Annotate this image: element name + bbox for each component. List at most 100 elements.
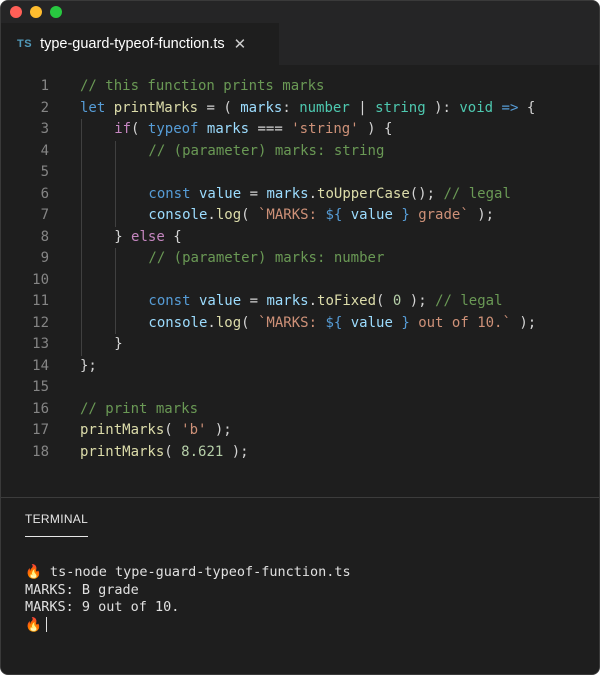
code-token: };	[80, 357, 97, 374]
code-line[interactable]: 18 printMarks( 8.621 );	[1, 442, 599, 464]
code-line[interactable]: 4 // (parameter) marks: string	[1, 140, 599, 162]
close-window-button[interactable]	[10, 6, 22, 18]
code-token: ):	[425, 99, 460, 116]
code-text: if( typeof marks === 'string' ) {	[114, 119, 392, 141]
code-token: |	[349, 99, 376, 116]
code-token: ();	[409, 185, 444, 202]
line-number: 7	[40, 207, 49, 223]
code-line[interactable]: 5	[1, 162, 599, 184]
code-text: }	[114, 334, 122, 356]
indent-guide	[115, 312, 117, 334]
code-token: );	[206, 422, 232, 438]
code-token: `MARKS:	[258, 207, 326, 223]
code-line[interactable]: 8} else {	[1, 226, 599, 248]
code-token: :	[282, 99, 300, 116]
tab-type-guard-typeof-function[interactable]: TS type-guard-typeof-function.ts ✕	[1, 23, 279, 65]
close-tab-icon[interactable]: ✕	[234, 37, 247, 52]
code-token: void	[459, 99, 494, 116]
terminal-prompt[interactable]: 🔥	[25, 617, 351, 635]
terminal-line: MARKS: 9 out of 10.	[25, 599, 180, 615]
indent-guide	[81, 334, 82, 356]
code-line[interactable]: 10	[1, 269, 599, 291]
code-token: else	[131, 228, 165, 245]
code-line[interactable]: 14};	[1, 356, 599, 378]
indent-guide	[81, 162, 82, 184]
code-line[interactable]: 16 // print marks	[1, 399, 599, 421]
line-number: 2	[40, 99, 49, 116]
code-text: console.log( `MARKS: ${ value } out of 1…	[148, 313, 536, 335]
indent-guide	[115, 140, 117, 162]
code-line[interactable]: 7 console.log( `MARKS: ${ value } grade` …	[1, 205, 599, 227]
terminal-output[interactable]: 🔥 ts-node type-guard-typeof-function.ts M…	[25, 564, 351, 634]
indent-guide	[81, 312, 82, 334]
editor-window: TS type-guard-typeof-function.ts ✕ 1 // t…	[0, 0, 600, 675]
code-token: if	[114, 121, 132, 137]
indent-guide	[81, 140, 82, 162]
indent-guide	[81, 183, 82, 205]
code-editor[interactable]: 1 // this function prints marks 2 let print…	[1, 65, 599, 495]
indent-guide	[115, 248, 117, 270]
code-token: (	[241, 314, 258, 331]
code-token: 'string'	[291, 121, 359, 137]
code-line[interactable]: 13}	[1, 334, 599, 356]
indent-guide	[81, 248, 82, 270]
code-text: let printMarks = ( marks: number | strin…	[80, 98, 535, 120]
code-text: const value = marks.toUpperCase(); // le…	[148, 184, 511, 206]
terminal-line: 🔥 ts-node type-guard-typeof-function.ts	[25, 564, 351, 580]
indent-guide	[115, 205, 117, 227]
minimize-window-button[interactable]	[30, 6, 42, 18]
code-token: log	[215, 207, 242, 223]
line-number: 12	[32, 314, 49, 331]
code-token: printMarks	[80, 422, 165, 438]
code-token: // legal	[443, 185, 511, 202]
code-token: (	[164, 422, 182, 438]
code-token: = (	[198, 99, 241, 116]
code-text: // print marks	[80, 399, 198, 421]
line-number: 11	[32, 293, 49, 309]
code-token: =	[241, 185, 267, 202]
code-token: ) {	[358, 121, 393, 137]
code-line[interactable]: 3 if( typeof marks === 'string' ) {	[1, 119, 599, 141]
code-token: }	[114, 336, 123, 352]
code-token: // legal	[435, 293, 503, 309]
code-token: .	[308, 293, 318, 309]
code-token: marks	[266, 185, 309, 202]
line-number: 14	[32, 357, 49, 374]
code-token: );	[401, 293, 436, 309]
code-token: // print marks	[80, 400, 199, 417]
code-line[interactable]: 6 const value = marks.toUpperCase(); // l…	[1, 183, 599, 206]
code-line[interactable]: 2 let printMarks = ( marks: number | stri…	[1, 98, 599, 120]
code-line[interactable]: 9 // (parameter) marks: number	[1, 248, 599, 270]
code-token: .	[207, 314, 216, 331]
maximize-window-button[interactable]	[50, 6, 62, 18]
code-token: (	[376, 293, 393, 309]
line-number: 5	[40, 164, 49, 180]
code-token: =>	[501, 99, 519, 116]
code-token: {	[518, 99, 536, 116]
code-token: out of 10.`	[409, 314, 511, 331]
terminal-line: MARKS: B grade	[25, 581, 139, 598]
code-line[interactable]: 11 const value = marks.toFixed( 0 ); // l…	[1, 291, 599, 313]
code-line[interactable]: 1 // this function prints marks	[1, 76, 599, 98]
code-token: toUpperCase	[317, 185, 410, 202]
code-line[interactable]: 17 printMarks( 'b' );	[1, 420, 599, 442]
code-token: toFixed	[317, 293, 377, 309]
code-token: grade`	[409, 207, 469, 223]
code-token: .	[207, 207, 216, 223]
code-token: value	[350, 314, 393, 331]
tab-terminal[interactable]: TERMINAL	[25, 512, 89, 537]
indent-guide	[115, 162, 117, 184]
code-token: number	[299, 99, 350, 116]
code-line[interactable]: 12 console.log( `MARKS: ${ value } out of…	[1, 312, 599, 335]
code-token: =	[241, 293, 267, 309]
code-token: console	[148, 314, 208, 331]
code-line[interactable]: 15	[1, 377, 599, 399]
code-token: );	[468, 207, 495, 223]
code-text: };	[80, 356, 97, 378]
line-number: 8	[40, 228, 49, 245]
